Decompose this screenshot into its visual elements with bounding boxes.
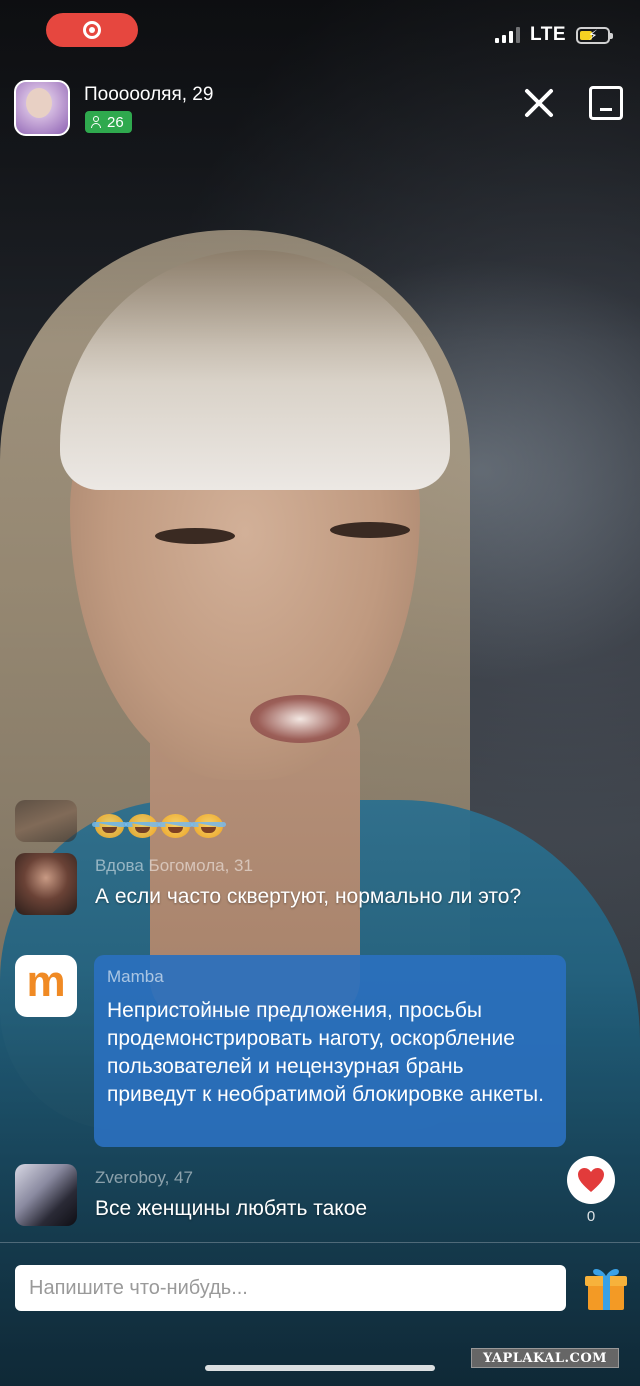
composer-divider — [0, 1242, 640, 1243]
status-bar-right: LTE ⚡ — [495, 24, 613, 46]
message-input[interactable] — [15, 1265, 566, 1311]
heart-icon — [578, 1168, 604, 1192]
laughing-emoji-icon — [95, 814, 124, 838]
person-icon — [91, 116, 101, 128]
close-stream-button[interactable] — [520, 84, 558, 122]
laughing-emoji-icon — [194, 814, 223, 838]
record-icon — [83, 21, 101, 39]
minimize-button[interactable] — [589, 86, 623, 120]
home-indicator[interactable] — [205, 1365, 435, 1371]
chat-text: Все женщины любять такое — [95, 1197, 368, 1220]
system-notice: Mamba Непристойные предложения, просьбы … — [94, 955, 566, 1147]
chat-avatar[interactable] — [15, 800, 77, 842]
watermark: YAPLAKAL.COM — [471, 1348, 619, 1368]
chat-avatar[interactable] — [15, 1164, 77, 1226]
chat-author[interactable]: Вдова Богомола, 31 — [95, 856, 253, 876]
gift-icon — [585, 1269, 627, 1310]
like-button[interactable] — [567, 1156, 615, 1204]
battery-icon: ⚡ — [576, 26, 613, 44]
laughing-emoji-icon — [161, 814, 190, 838]
chat-text: А если часто сквертуют, нормально ли это… — [95, 885, 522, 908]
gift-button[interactable] — [582, 1262, 630, 1312]
chat-author[interactable]: Zveroboy, 47 — [95, 1168, 193, 1188]
laughing-emoji-icon — [128, 814, 157, 838]
streamer-avatar[interactable] — [14, 80, 70, 136]
signal-strength-icon — [495, 27, 521, 43]
viewer-count: 26 — [107, 113, 124, 131]
system-notice-author: Mamba — [107, 967, 164, 986]
network-type: LTE — [530, 24, 566, 45]
viewer-count-badge[interactable]: 26 — [85, 111, 132, 133]
like-count: 0 — [586, 1208, 596, 1225]
screen-recording-indicator[interactable] — [46, 13, 138, 47]
streamer-name[interactable]: Поооооляя, 29 — [84, 84, 213, 106]
emoji-reaction — [95, 814, 223, 838]
mamba-logo: m — [15, 955, 77, 1017]
system-notice-text: Непристойные предложения, просьбы продем… — [107, 999, 544, 1106]
chat-avatar[interactable] — [15, 853, 77, 915]
